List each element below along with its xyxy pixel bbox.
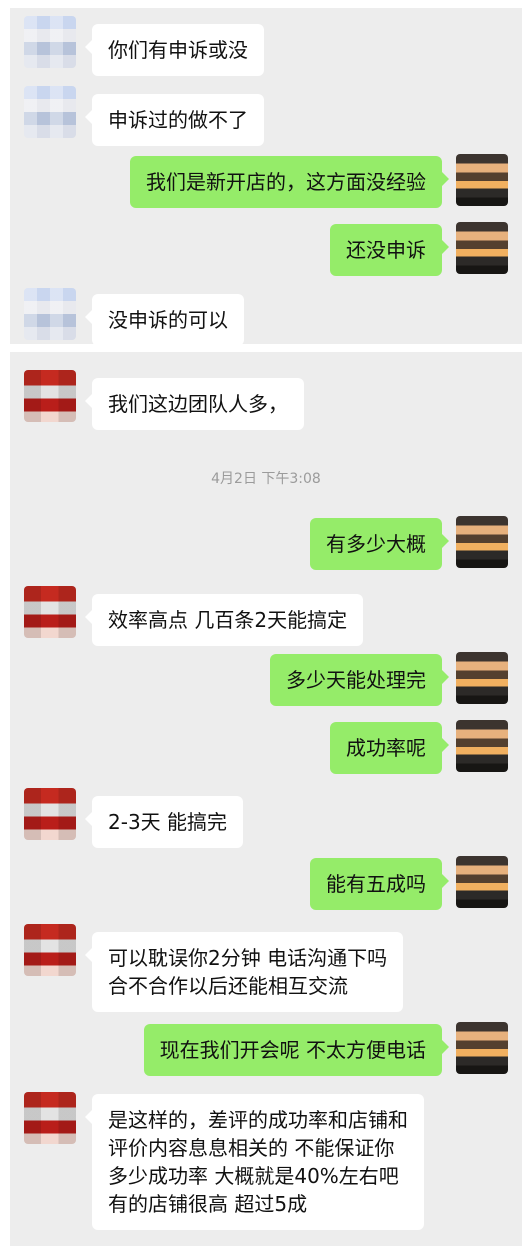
contact-avatar[interactable] — [24, 288, 76, 340]
incoming-message[interactable]: 是这样的，差评的成功率和店铺和 评价内容息息相关的 不能保证你 多少成功率 大概… — [85, 1094, 424, 1230]
outgoing-message[interactable]: 能有五成吗 — [310, 858, 449, 910]
contact-avatar[interactable] — [24, 370, 76, 422]
contact-avatar[interactable] — [24, 788, 76, 840]
incoming-message[interactable]: 可以耽误你2分钟 电话沟通下吗 合不合作以后还能相互交流 — [84, 932, 404, 1012]
contact-avatar[interactable] — [24, 586, 76, 638]
contact-avatar[interactable] — [24, 16, 76, 68]
outgoing-message[interactable]: 现在我们开会呢 不太方便电话 — [143, 1024, 450, 1076]
outgoing-message[interactable]: 多少天能处理完 — [270, 654, 449, 706]
message-timestamp: 4月2日 下午3:08 — [211, 471, 321, 487]
self-avatar[interactable] — [456, 652, 508, 704]
contact-avatar[interactable] — [24, 86, 76, 138]
incoming-message[interactable]: 效率高点 几百条2天能搞定 — [84, 594, 364, 646]
self-avatar[interactable] — [456, 222, 508, 274]
contact-avatar[interactable] — [24, 924, 76, 976]
incoming-message[interactable]: 你们有申诉或没 — [85, 24, 264, 76]
incoming-message[interactable]: 2-3天 能搞完 — [84, 796, 244, 848]
incoming-message[interactable]: 申诉过的做不了 — [85, 94, 264, 146]
self-avatar[interactable] — [456, 720, 508, 772]
outgoing-message[interactable]: 成功率呢 — [330, 722, 449, 774]
self-avatar[interactable] — [456, 1022, 508, 1074]
outgoing-message[interactable]: 还没申诉 — [330, 224, 449, 276]
incoming-message[interactable]: 我们这边团队人多， — [85, 378, 304, 430]
outgoing-message[interactable]: 有多少大概 — [310, 518, 449, 570]
chat-panel-top: 你们有申诉或没 申诉过的做不了 我们是新开店的，这方面没经验 还没申诉 没申诉的… — [10, 8, 522, 344]
self-avatar[interactable] — [456, 154, 508, 206]
chat-panel-bottom: 我们这边团队人多， 4月2日 下午3:08 有多少大概 效率高点 几百条2天能搞… — [10, 352, 522, 1246]
outgoing-message[interactable]: 我们是新开店的，这方面没经验 — [130, 156, 449, 208]
incoming-message[interactable]: 没申诉的可以 — [85, 294, 244, 344]
contact-avatar[interactable] — [24, 1092, 76, 1144]
self-avatar[interactable] — [456, 856, 508, 908]
self-avatar[interactable] — [456, 516, 508, 568]
